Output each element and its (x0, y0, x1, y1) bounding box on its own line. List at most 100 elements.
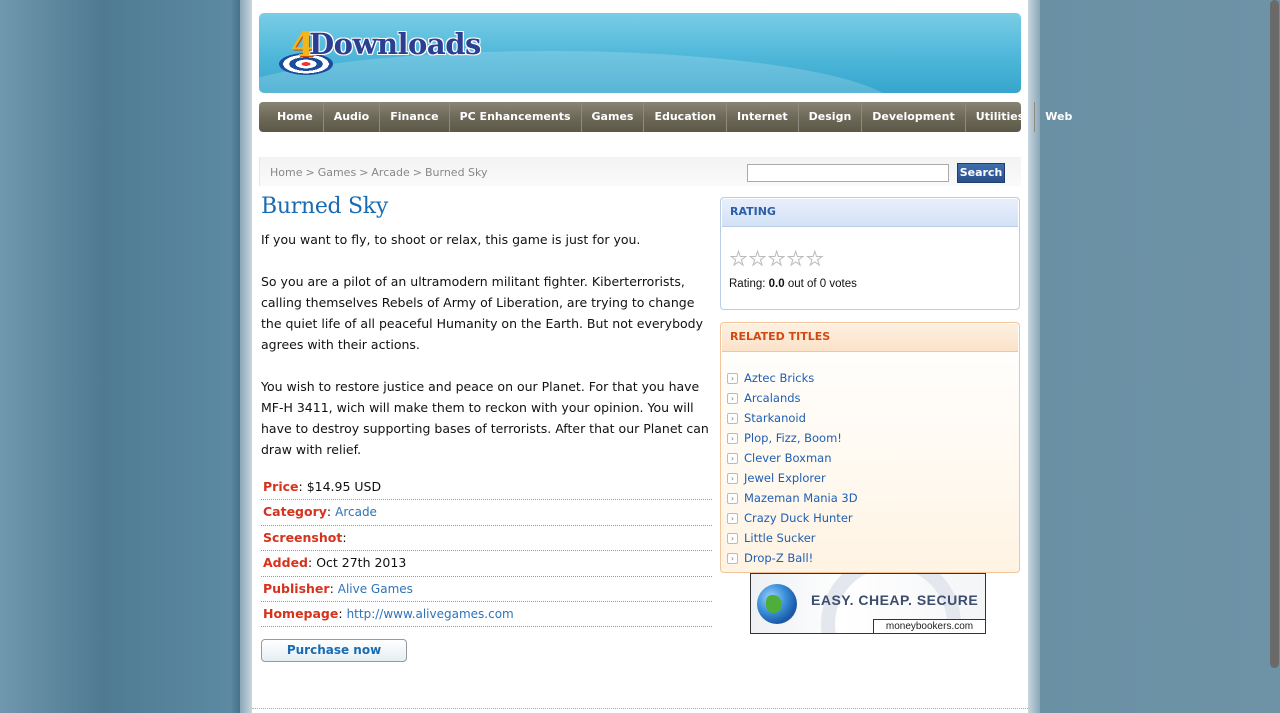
list-item: › Starkanoid (727, 408, 858, 428)
related-link[interactable]: Drop-Z Ball! (744, 551, 813, 565)
related-link[interactable]: Crazy Duck Hunter (744, 511, 853, 525)
related-titles-box: RELATED TITLES › Aztec Bricks › Arcalands … (720, 322, 1020, 573)
related-link[interactable]: Jewel Explorer (744, 471, 826, 485)
arrow-right-icon: › (727, 552, 738, 564)
arrow-right-icon: › (727, 472, 738, 484)
rating-label: Rating: (729, 278, 766, 290)
search-input[interactable] (747, 164, 949, 182)
star-icon[interactable]: ★ (787, 249, 805, 270)
nav-item-development[interactable]: Development (862, 102, 966, 132)
publisher-link[interactable]: Alive Games (338, 582, 413, 596)
product-description: If you want to fly, to shoot or relax, t… (261, 229, 713, 460)
description-paragraph: You wish to restore justice and peace on… (261, 379, 709, 457)
nav-item-internet[interactable]: Internet (727, 102, 799, 132)
related-header: RELATED TITLES (722, 324, 1018, 352)
category-label: Category (263, 504, 327, 520)
arrow-right-icon: › (727, 452, 738, 464)
detail-category: Category: Arcade (261, 500, 712, 526)
homepage-label: Homepage (263, 605, 339, 621)
list-item: › Drop-Z Ball! (727, 548, 858, 568)
arrow-right-icon: › (727, 392, 738, 404)
related-link[interactable]: Starkanoid (744, 411, 806, 425)
breadcrumb-games[interactable]: Games (318, 166, 356, 179)
arrow-right-icon: › (727, 512, 738, 524)
related-link[interactable]: Plop, Fizz, Boom! (744, 431, 842, 445)
star-icon[interactable]: ★ (729, 249, 747, 270)
breadcrumb: Home > Games > Arcade > Burned Sky (270, 166, 488, 179)
related-link[interactable]: Clever Boxman (744, 451, 831, 465)
purchase-button[interactable]: Purchase now (261, 639, 407, 663)
product-main: Burned Sky If you want to fly, to shoot … (261, 194, 713, 663)
arrow-right-icon: › (727, 432, 738, 444)
detail-publisher: Publisher: Alive Games (261, 577, 712, 602)
moneybookers-banner[interactable]: EASY. CHEAP. SECURE moneybookers.com (750, 573, 986, 634)
list-item: › Aztec Bricks (727, 368, 858, 388)
list-item: › Plop, Fizz, Boom! (727, 428, 858, 448)
rating-stars[interactable]: ★ ★ ★ ★ ★ (729, 249, 824, 270)
homepage-link[interactable]: http://www.alivegames.com (347, 607, 514, 621)
rating-summary: Rating: 0.0 out of 0 votes (729, 278, 857, 290)
price-value: $14.95 USD (306, 479, 382, 494)
breadcrumb-current: Burned Sky (424, 166, 488, 179)
site-logo[interactable]: 4 Downloads (277, 23, 481, 83)
nav-item-pc-enhancements[interactable]: PC Enhancements (450, 102, 582, 132)
related-link[interactable]: Aztec Bricks (744, 371, 814, 385)
scrollbar-thumb[interactable] (1270, 0, 1279, 668)
product-details: Price: $14.95 USD Category: Arcade Scree… (261, 475, 713, 628)
detail-screenshot: Screenshot: (261, 526, 712, 552)
globe-icon (757, 584, 797, 624)
list-item: › Jewel Explorer (727, 468, 858, 488)
arrow-right-icon: › (727, 412, 738, 424)
related-list: › Aztec Bricks › Arcalands › Starkanoid › Pl… (727, 368, 858, 568)
star-icon[interactable]: ★ (806, 249, 824, 270)
nav-item-finance[interactable]: Finance (380, 102, 450, 132)
rating-header: RATING (722, 199, 1018, 227)
banner-slogan: EASY. CHEAP. SECURE (811, 592, 979, 608)
added-value: Oct 27th 2013 (316, 555, 407, 571)
related-link[interactable]: Mazeman Mania 3D (744, 491, 858, 505)
arrow-right-icon: › (727, 372, 738, 384)
nav-item-design[interactable]: Design (799, 102, 863, 132)
nav-item-education[interactable]: Education (644, 102, 728, 132)
breadcrumb-separator: > (305, 166, 315, 179)
search-button[interactable]: Search (957, 163, 1005, 183)
price-label: Price (263, 479, 299, 494)
banner-brand: moneybookers.com (873, 619, 985, 633)
site-header: 4 Downloads (259, 13, 1021, 93)
list-item: › Arcalands (727, 388, 858, 408)
breadcrumb-arcade[interactable]: Arcade (371, 166, 409, 179)
list-item: › Little Sucker (727, 528, 858, 548)
nav-item-audio[interactable]: Audio (324, 102, 381, 132)
screenshot-label: Screenshot (263, 529, 343, 545)
page-container: 4 Downloads Home Audio Finance PC Enhanc… (252, 0, 1072, 713)
detail-added: Added: Oct 27th 2013 (261, 551, 712, 577)
nav-item-games[interactable]: Games (582, 102, 645, 132)
arrow-right-icon: › (727, 492, 738, 504)
rating-value: 0.0 (768, 278, 785, 290)
breadcrumb-bar: Home > Games > Arcade > Burned Sky Search (259, 157, 1021, 186)
logo-text: Downloads (309, 27, 481, 61)
related-link[interactable]: Little Sucker (744, 531, 816, 545)
category-link[interactable]: Arcade (335, 505, 377, 519)
nav-item-utilities[interactable]: Utilities (966, 102, 1036, 132)
added-label: Added (263, 555, 308, 571)
breadcrumb-home[interactable]: Home (270, 166, 302, 179)
star-icon[interactable]: ★ (768, 249, 786, 270)
description-paragraph: If you want to fly, to shoot or relax, t… (261, 232, 641, 247)
breadcrumb-separator: > (412, 166, 422, 179)
list-item: › Crazy Duck Hunter (727, 508, 858, 528)
list-item: › Clever Boxman (727, 448, 858, 468)
related-link[interactable]: Arcalands (744, 391, 801, 405)
rating-box: RATING ★ ★ ★ ★ ★ Rating: 0.0 out of 0 vo… (720, 197, 1020, 310)
main-nav: Home Audio Finance PC Enhancements Games… (259, 102, 1072, 132)
background-stripe-left (240, 0, 252, 713)
star-icon[interactable]: ★ (749, 249, 767, 270)
arrow-right-icon: › (727, 532, 738, 544)
description-paragraph: So you are a pilot of an ultramodern mil… (261, 274, 703, 352)
nav-item-home[interactable]: Home (267, 102, 324, 132)
publisher-label: Publisher (263, 580, 330, 596)
product-title: Burned Sky (261, 194, 388, 219)
list-item: › Mazeman Mania 3D (727, 488, 858, 508)
breadcrumb-separator: > (359, 166, 369, 179)
nav-item-web[interactable]: Web (1035, 102, 1082, 132)
